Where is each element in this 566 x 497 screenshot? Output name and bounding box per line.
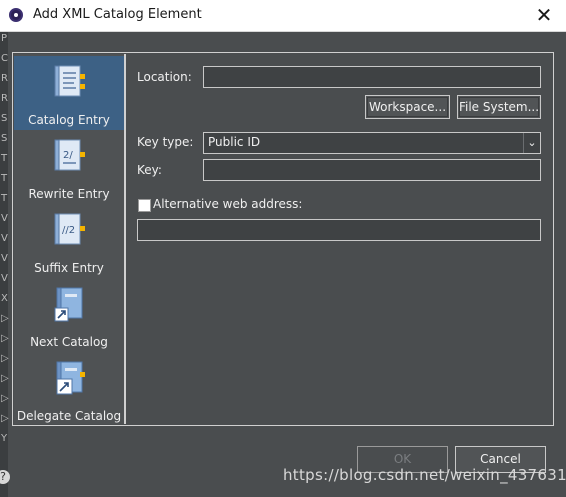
edge-letter: ▷ [1,353,9,364]
edge-letter: V [1,213,8,224]
eclipse-logo-icon [9,8,23,22]
help-icon[interactable]: ? [0,470,10,484]
location-label: Location: [137,70,192,84]
delegate-catalog-icon [56,361,85,395]
file-system-button[interactable]: File System... [457,95,541,119]
edge-letter: T [1,173,8,184]
key-input[interactable] [203,159,541,181]
sidebar-item-rewrite-entry[interactable]: 2/ Rewrite Entry [14,130,124,204]
edge-letter: V [1,253,8,264]
svg-text:2/: 2/ [63,150,73,161]
window-title: Add XML Catalog Element [33,7,202,22]
edge-letter: ▷ [1,333,9,344]
edge-letter: S [1,133,8,144]
edge-letter: C [1,53,8,64]
chevron-down-icon: ⌄ [523,133,540,153]
edge-letter: ▷ [1,413,9,424]
edge-letter: R [1,93,8,104]
edge-letter: V [1,233,8,244]
title-bar: Add XML Catalog Element ✕ [0,0,566,32]
svg-text://2: //2 [62,225,75,236]
key-type-value: Public ID [208,135,261,149]
edge-letter: P [1,33,8,44]
sidebar-item-label: Suffix Entry [34,261,104,275]
key-type-select[interactable]: Public ID ⌄ [203,132,541,154]
alternative-web-address-label: Alternative web address: [153,197,303,211]
sidebar-item-catalog-entry[interactable]: Catalog Entry [14,56,124,130]
edge-letter: T [1,153,8,164]
workspace-button[interactable]: Workspace... [365,95,450,119]
edge-letter: R [1,73,8,84]
alternative-web-address-checkbox[interactable] [138,199,151,212]
watermark-text: https://blog.csdn.net/weixin_43763175 [283,466,566,484]
next-catalog-icon [54,287,83,322]
location-input[interactable] [203,66,541,88]
element-type-sidebar: Catalog Entry 2/ Rewrite Entry //2 Suffi… [14,54,126,424]
key-type-label: Key type: [137,135,194,149]
sidebar-item-label: Delegate Catalog [16,409,122,423]
sidebar-item-suffix-entry[interactable]: //2 Suffix Entry [14,204,124,278]
edge-letter: ▷ [1,373,9,384]
sidebar-item-label: Next Catalog [30,335,108,349]
sidebar-item-delegate-catalog[interactable]: Delegate Catalog [14,352,124,426]
sidebar-item-label: Catalog Entry [28,113,110,127]
catalog-entry-icon [54,65,85,97]
edge-letter: S [1,113,8,124]
sidebar-item-next-catalog[interactable]: Next Catalog [14,278,124,352]
edge-letter: ▷ [1,313,9,324]
edge-letter: X [1,293,8,304]
key-label: Key: [137,163,162,177]
suffix-entry-icon: //2 [54,213,85,245]
entry-form: Location: Workspace... File System... Ke… [137,53,553,425]
edge-letter: ▷ [1,393,9,404]
edge-letter: V [1,273,8,284]
edge-letter: Y [1,433,8,444]
edge-letter: T [1,193,8,204]
rewrite-entry-icon: 2/ [54,139,85,171]
sidebar-item-label: Rewrite Entry [28,187,110,201]
alternative-web-address-input[interactable] [137,219,541,241]
close-button[interactable]: ✕ [530,2,558,28]
main-panel: Catalog Entry 2/ Rewrite Entry //2 Suffi… [12,52,554,426]
background-window-edge: P C R R S S T T T V V V V X ▷ ▷ ▷ ▷ ▷ ▷ Y [0,32,9,497]
